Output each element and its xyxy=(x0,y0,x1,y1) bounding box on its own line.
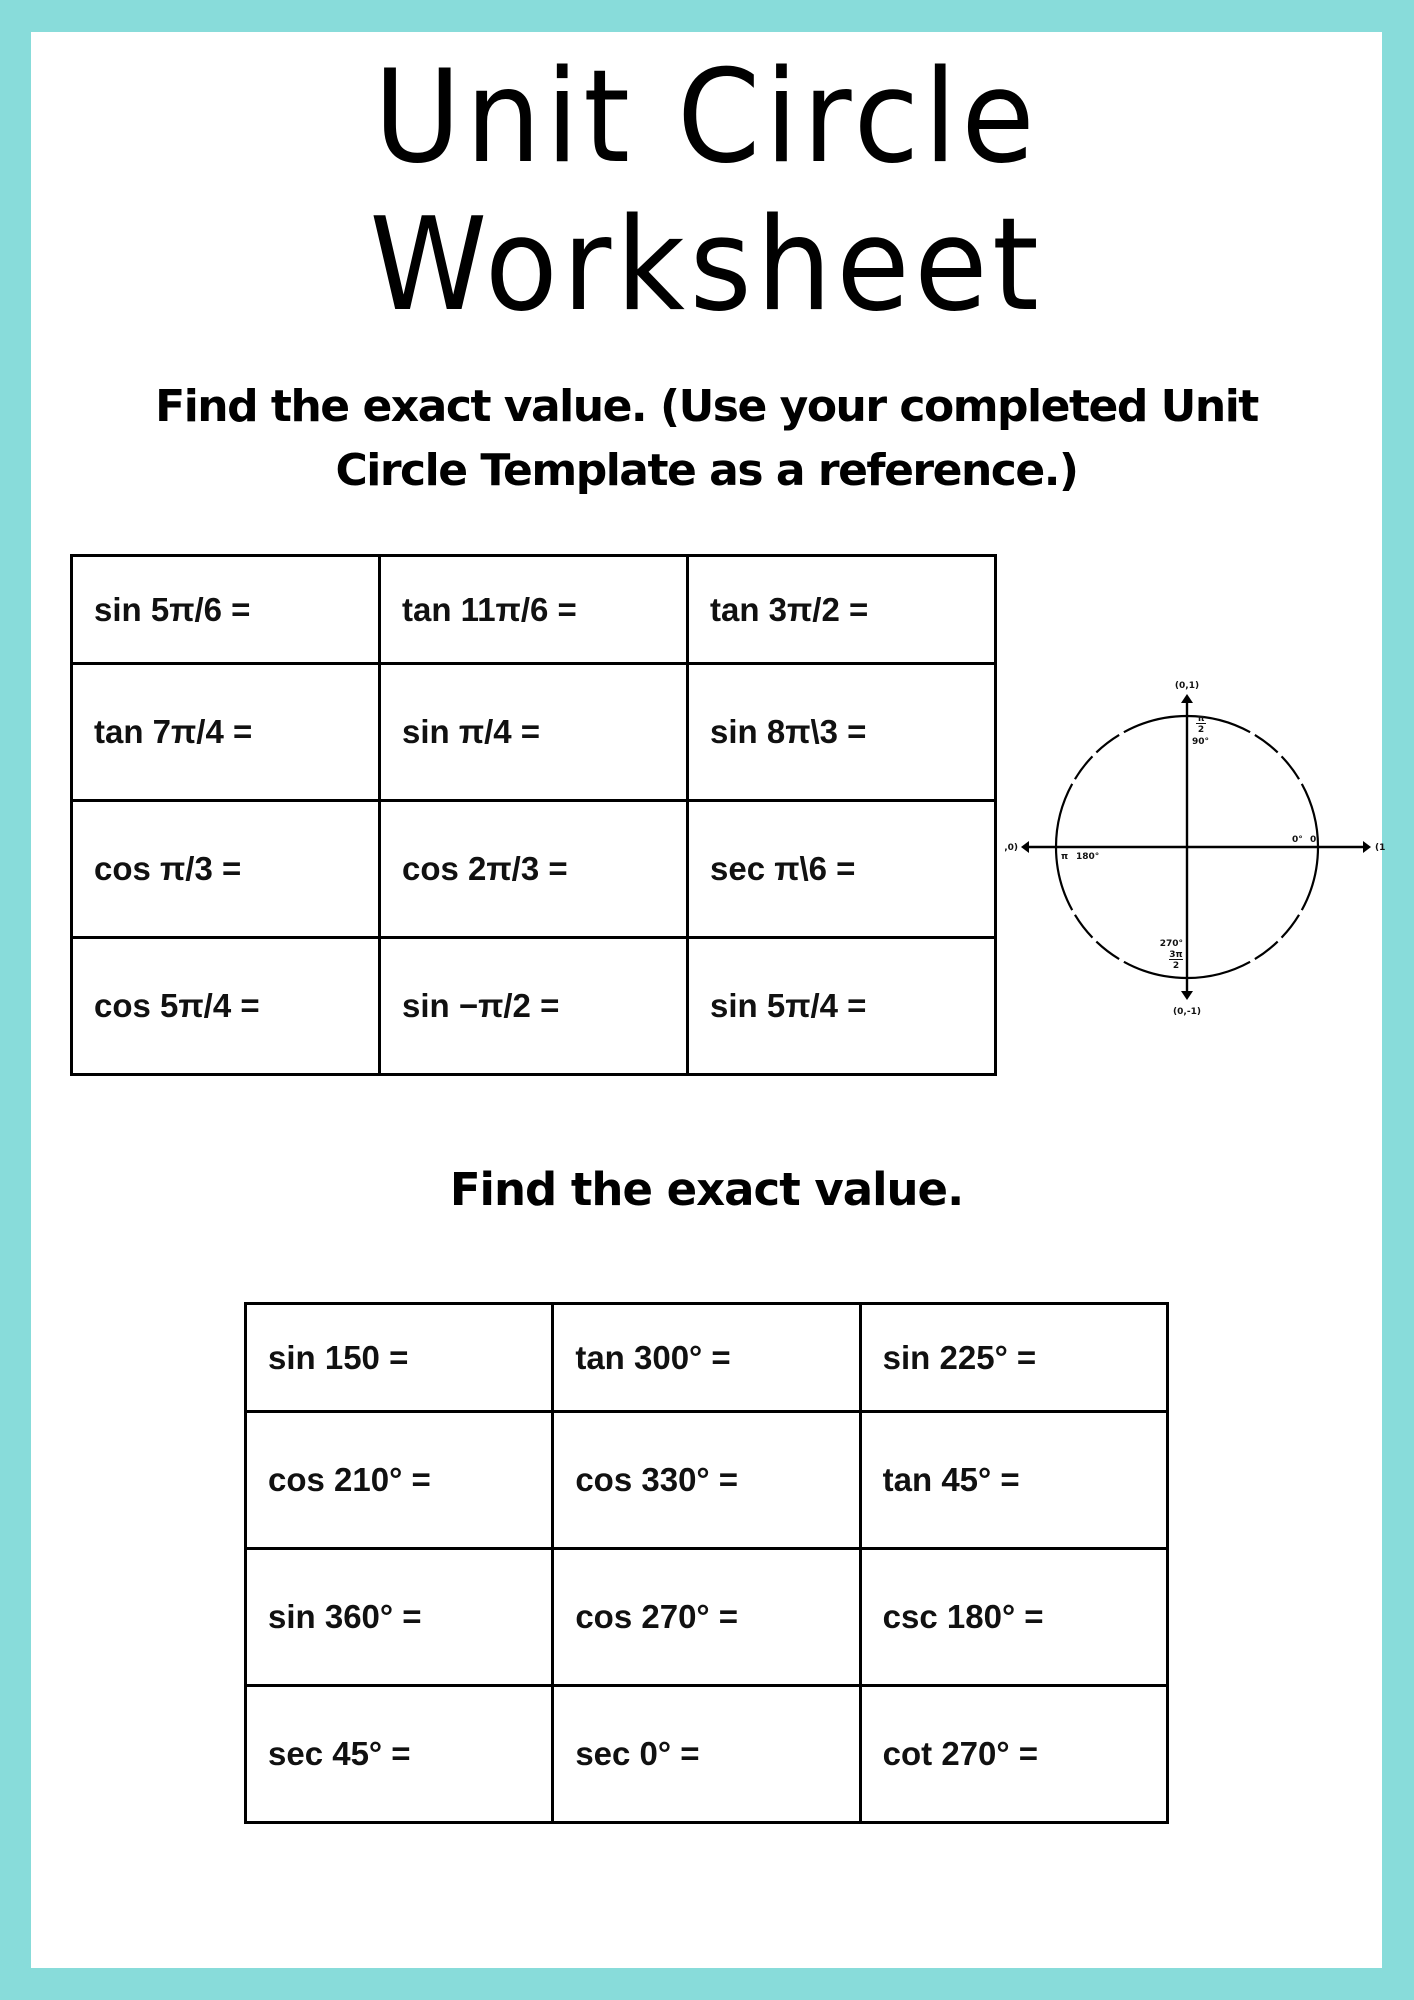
radian-problems-table: sin 5π/6 = tan 11π/6 = tan 3π/2 = tan 7π… xyxy=(70,554,997,1076)
degree-problems-table: sin 150 = tan 300° = sin 225° = cos 210°… xyxy=(243,1302,1170,1824)
circle-arc-segment xyxy=(1280,914,1300,939)
label-top-radian-den: 2 xyxy=(1198,725,1204,735)
section1-instruction-line-2: Circle Template as a reference.) xyxy=(335,445,1079,496)
circle-arc-segment xyxy=(1254,734,1279,754)
label-top-degree: 90° xyxy=(1192,737,1209,747)
worksheet-page: Unit Circle Worksheet Find the exact val… xyxy=(31,32,1385,1968)
problem-cell[interactable]: sin 150 = xyxy=(243,1302,555,1413)
table-row: sin 150 = tan 300° = sin 225° = xyxy=(243,1302,1170,1413)
arrow-right-icon xyxy=(1363,841,1371,853)
label-right-point: (1,0) xyxy=(1375,843,1385,853)
arrow-left-icon xyxy=(1021,841,1029,853)
problem-cell[interactable]: sin 8π\3 = xyxy=(686,662,997,802)
problem-cell[interactable]: sin 225° = xyxy=(858,1302,1170,1413)
problem-cell[interactable]: cos 2π/3 = xyxy=(378,799,689,939)
table-row: sin 360° = cos 270° = csc 180° = xyxy=(243,1547,1170,1687)
problem-cell[interactable]: cot 270° = xyxy=(858,1684,1170,1824)
problem-cell[interactable]: csc 180° = xyxy=(858,1547,1170,1687)
label-bottom-degree: 270° xyxy=(1160,939,1183,949)
table-row: tan 7π/4 = sin π/4 = sin 8π\3 = xyxy=(70,662,997,802)
problem-cell[interactable]: tan 7π/4 = xyxy=(70,662,381,802)
unit-circle-svg: (0,1) (0,-1) (-1,0) (1,0) π 2 90° 0° 0 π… xyxy=(1005,681,1385,1017)
problem-cell[interactable]: cos 330° = xyxy=(551,1410,862,1550)
section1-instruction-line-1: Find the exact value. (Use your complete… xyxy=(155,381,1259,432)
problem-cell[interactable]: sec π\6 = xyxy=(686,799,997,939)
label-top-point: (0,1) xyxy=(1175,681,1199,691)
circle-arc-segment xyxy=(1280,755,1300,780)
circle-arc-segment xyxy=(1254,940,1279,960)
problem-cell[interactable]: tan 3π/2 = xyxy=(686,554,997,665)
problem-cell[interactable]: sin 5π/4 = xyxy=(686,936,997,1076)
table-row: sin 5π/6 = tan 11π/6 = tan 3π/2 = xyxy=(70,554,997,665)
section2-instruction: Find the exact value. xyxy=(449,1163,964,1216)
table-row: cos π/3 = cos 2π/3 = sec π\6 = xyxy=(70,799,997,939)
problem-cell[interactable]: tan 45° = xyxy=(858,1410,1170,1550)
problem-cell[interactable]: sin 360° = xyxy=(243,1547,555,1687)
title-line-1: Unit Circle xyxy=(373,43,1040,192)
problem-cell[interactable]: cos 270° = xyxy=(551,1547,862,1687)
label-left-degree: 180° xyxy=(1076,852,1099,862)
problem-cell[interactable]: sin π/4 = xyxy=(378,662,689,802)
title-line-2: Worksheet xyxy=(369,191,1044,340)
label-top-radian-num: π xyxy=(1197,714,1204,724)
problem-cell[interactable]: cos 5π/4 = xyxy=(70,936,381,1076)
problem-cell[interactable]: tan 300° = xyxy=(551,1302,862,1413)
arrow-up-icon xyxy=(1181,694,1193,703)
table-row: cos 210° = cos 330° = tan 45° = xyxy=(243,1410,1170,1550)
problem-cell[interactable]: sec 0° = xyxy=(551,1684,862,1824)
unit-circle-diagram: (0,1) (0,-1) (-1,0) (1,0) π 2 90° 0° 0 π… xyxy=(1005,648,1385,1018)
problem-cell[interactable]: cos π/3 = xyxy=(70,799,381,939)
table-row: sec 45° = sec 0° = cot 270° = xyxy=(243,1684,1170,1824)
label-left-point: (-1,0) xyxy=(1005,843,1018,853)
label-left-radian: π xyxy=(1061,852,1068,862)
circle-arc-segment xyxy=(1074,755,1094,780)
circle-arc-segment xyxy=(1074,914,1094,939)
problem-cell[interactable]: sec 45° = xyxy=(243,1684,555,1824)
circle-arc-segment xyxy=(1095,734,1120,754)
label-right-degree: 0° xyxy=(1292,835,1303,845)
label-right-radian: 0 xyxy=(1310,835,1316,845)
label-bottom-point: (0,-1) xyxy=(1173,1007,1201,1017)
problem-cell[interactable]: sin 5π/6 = xyxy=(70,554,381,665)
label-bottom-radian-den: 2 xyxy=(1173,961,1179,971)
circle-arc-segment xyxy=(1095,940,1120,960)
worksheet-title: Unit Circle Worksheet xyxy=(78,44,1334,340)
section1-instruction: Find the exact value. (Use your complete… xyxy=(31,375,1382,503)
circle-arc-segment xyxy=(1300,846,1320,911)
table-row: cos 5π/4 = sin −π/2 = sin 5π/4 = xyxy=(70,936,997,1076)
problem-cell[interactable]: sin −π/2 = xyxy=(378,936,689,1076)
label-bottom-radian-num: 3π xyxy=(1169,950,1182,960)
problem-cell[interactable]: tan 11π/6 = xyxy=(378,554,689,665)
problem-cell[interactable]: cos 210° = xyxy=(243,1410,555,1550)
arrow-down-icon xyxy=(1181,991,1193,1000)
